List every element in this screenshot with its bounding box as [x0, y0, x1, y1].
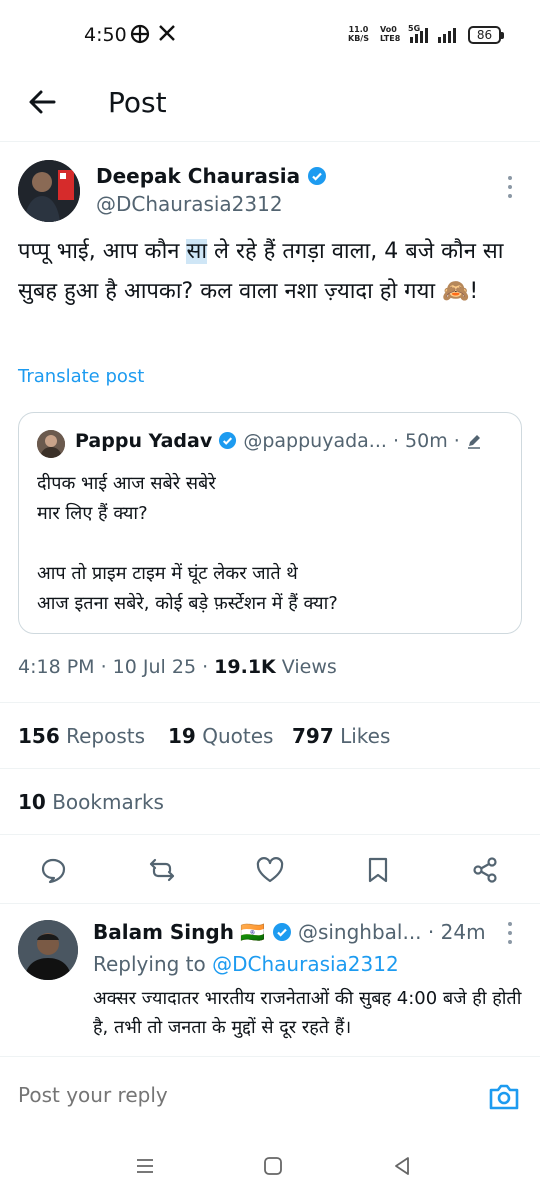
net-speed: 11.0 KB/S: [348, 25, 369, 43]
quoted-post-card[interactable]: Pappu Yadav @pappuyada... · 50m · दीपक भ…: [18, 412, 522, 634]
bookmarks-label: Bookmarks: [45, 790, 164, 814]
edited-pencil-icon: [467, 435, 480, 449]
like-icon[interactable]: [255, 855, 285, 885]
reposts-count: 156: [18, 724, 60, 748]
reply-time: · 24m: [421, 920, 486, 944]
hashtag-app-icon: [130, 24, 150, 49]
quotes-stat[interactable]: 19 Quotes: [168, 724, 273, 748]
system-nav-bar: [0, 1140, 540, 1199]
author-avatar[interactable]: [18, 160, 80, 222]
verified-badge-icon: [308, 167, 327, 185]
reply-composer: [0, 1056, 540, 1140]
reply-author-avatar[interactable]: [18, 920, 78, 980]
reply-icon[interactable]: [38, 855, 68, 885]
replying-to-link[interactable]: @DChaurasia2312: [212, 952, 399, 976]
camera-icon[interactable]: [488, 1083, 520, 1111]
reposts-stat[interactable]: 156 Reposts: [18, 724, 145, 748]
x-app-icon: [158, 24, 176, 47]
quoted-header: Pappu Yadav @pappuyada... · 50m ·: [75, 430, 482, 452]
reply-author-name[interactable]: Balam Singh: [93, 920, 234, 944]
back-arrow-icon[interactable]: [26, 86, 58, 118]
author-name[interactable]: Deepak Chaurasia: [96, 164, 327, 188]
india-flag-emoji: 🇮🇳: [240, 920, 266, 944]
replying-prefix: Replying to: [93, 952, 213, 976]
quotes-label: Quotes: [195, 724, 274, 748]
post-timestamp: 4:18 PM · 10 Jul 25 ·: [18, 656, 215, 678]
volte-indicator: Vo0 LTE8: [380, 25, 400, 43]
more-options-icon[interactable]: [507, 176, 513, 198]
quoted-author-handle: @pappuyada...: [243, 430, 387, 452]
tweet-text-before: पप्पू भाई, आप कौन: [18, 239, 187, 264]
battery-icon: 86: [468, 26, 504, 44]
author-handle[interactable]: @DChaurasia2312: [96, 192, 283, 216]
quotes-count: 19: [168, 724, 196, 748]
repost-icon[interactable]: [147, 855, 177, 885]
top-bar: Post: [0, 72, 540, 142]
bookmarks-row: 10 Bookmarks: [0, 768, 540, 834]
net-speed-value: 11.0: [348, 25, 369, 34]
reply-input[interactable]: [18, 1083, 458, 1107]
verified-badge-icon: [219, 431, 237, 450]
battery-level: 86: [476, 28, 493, 42]
signal-icon-2: [438, 26, 456, 43]
action-bar: [0, 834, 540, 904]
bookmarks-stat[interactable]: 10 Bookmarks: [18, 790, 164, 814]
post-meta: 4:18 PM · 10 Jul 25 · 19.1K Views: [18, 656, 337, 678]
engagement-stats: 156 Reposts 19 Quotes 797 Likes: [0, 702, 540, 768]
quoted-post-time: · 50m ·: [386, 430, 466, 452]
reply-author-handle[interactable]: @singhbal...: [298, 920, 422, 944]
author-name-text[interactable]: Deepak Chaurasia: [96, 164, 300, 188]
status-bar: 4:50 11.0 KB/S Vo0 LTE8 5G 86: [0, 0, 540, 72]
reply-more-options-icon[interactable]: [507, 922, 513, 944]
tweet-text-selection: सा: [186, 239, 208, 264]
signal-icon: [410, 26, 428, 43]
share-icon[interactable]: [470, 855, 500, 885]
reply-header: Balam Singh 🇮🇳 @singhbal... · 24m: [93, 920, 486, 944]
views-count: 19.1K: [214, 656, 276, 678]
quoted-author-avatar: [37, 430, 65, 458]
replying-to: Replying to @DChaurasia2312: [93, 952, 399, 976]
translate-post-link[interactable]: Translate post: [18, 366, 144, 387]
volte-line2: LTE8: [380, 34, 401, 43]
verified-badge-icon: [272, 923, 291, 941]
volte-line1: Vo0: [380, 25, 397, 34]
tweet-text: पप्पू भाई, आप कौन सा ले रहे हैं तगड़ा वा…: [18, 232, 528, 312]
reply-text: अक्सर ज्यादातर भारतीय राजनेताओं की सुबह …: [93, 988, 528, 1038]
status-time: 4:50: [84, 24, 127, 46]
net-speed-unit: KB/S: [348, 34, 369, 43]
bookmark-icon[interactable]: [363, 855, 393, 885]
quoted-author-name: Pappu Yadav: [75, 430, 213, 452]
likes-label: Likes: [333, 724, 391, 748]
views-label: Views: [275, 656, 337, 678]
reposts-label: Reposts: [59, 724, 146, 748]
menu-icon[interactable]: [133, 1154, 157, 1178]
quoted-post-text: दीपक भाई आज सबेरे सबेरे मार लिए हैं क्या…: [37, 473, 338, 614]
page-title: Post: [108, 86, 167, 119]
home-icon[interactable]: [261, 1154, 285, 1178]
likes-count: 797: [292, 724, 334, 748]
back-icon[interactable]: [390, 1154, 414, 1178]
bookmarks-count: 10: [18, 790, 46, 814]
likes-stat[interactable]: 797 Likes: [292, 724, 390, 748]
